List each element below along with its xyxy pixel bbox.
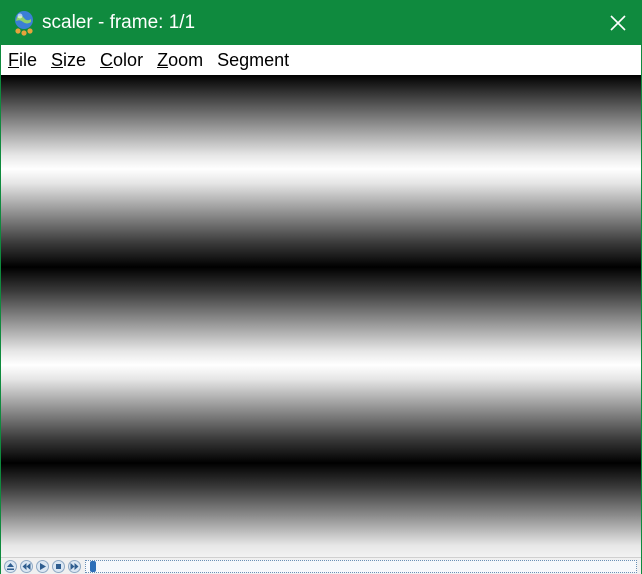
rewind-icon	[22, 563, 31, 570]
menu-size-mnemonic: S	[51, 50, 64, 70]
window-title: scaler - frame: 1/1	[42, 12, 196, 33]
rewind-button[interactable]	[20, 560, 33, 573]
menu-file-mnemonic: F	[8, 50, 19, 70]
menu-zoom-mnemonic: Z	[157, 50, 169, 70]
menu-size-label: ize	[63, 50, 87, 70]
close-icon	[610, 15, 626, 31]
globe-app-icon	[12, 10, 36, 36]
menu-color-mnemonic: C	[100, 50, 114, 70]
menu-zoom[interactable]: Zoom	[150, 48, 210, 72]
fast-forward-button[interactable]	[68, 560, 81, 573]
image-canvas[interactable]	[1, 75, 641, 557]
play-icon	[40, 563, 46, 570]
menu-size[interactable]: Size	[44, 48, 93, 72]
scaler-window: scaler - frame: 1/1 File Size Color Zoom…	[0, 0, 642, 574]
fast-forward-icon	[70, 563, 79, 570]
menu-color-label: olor	[113, 50, 144, 70]
menu-file[interactable]: File	[1, 48, 44, 72]
menu-file-label: ile	[19, 50, 38, 70]
eject-icon	[7, 563, 14, 570]
stop-button[interactable]	[52, 560, 65, 573]
close-button[interactable]	[595, 1, 641, 45]
menu-color[interactable]: Color	[93, 48, 150, 72]
stop-icon	[56, 564, 61, 569]
title-bar: scaler - frame: 1/1	[1, 1, 641, 45]
frame-slider[interactable]	[85, 560, 637, 573]
frame-slider-thumb[interactable]	[90, 561, 96, 572]
play-button[interactable]	[36, 560, 49, 573]
eject-button[interactable]	[4, 560, 17, 573]
menu-zoom-label: oom	[168, 50, 204, 70]
menu-segment-label: Segment	[217, 50, 290, 70]
menu-segment[interactable]: Segment	[210, 48, 296, 72]
playback-bar	[1, 557, 641, 574]
menu-bar: File Size Color Zoom Segment	[1, 45, 641, 75]
